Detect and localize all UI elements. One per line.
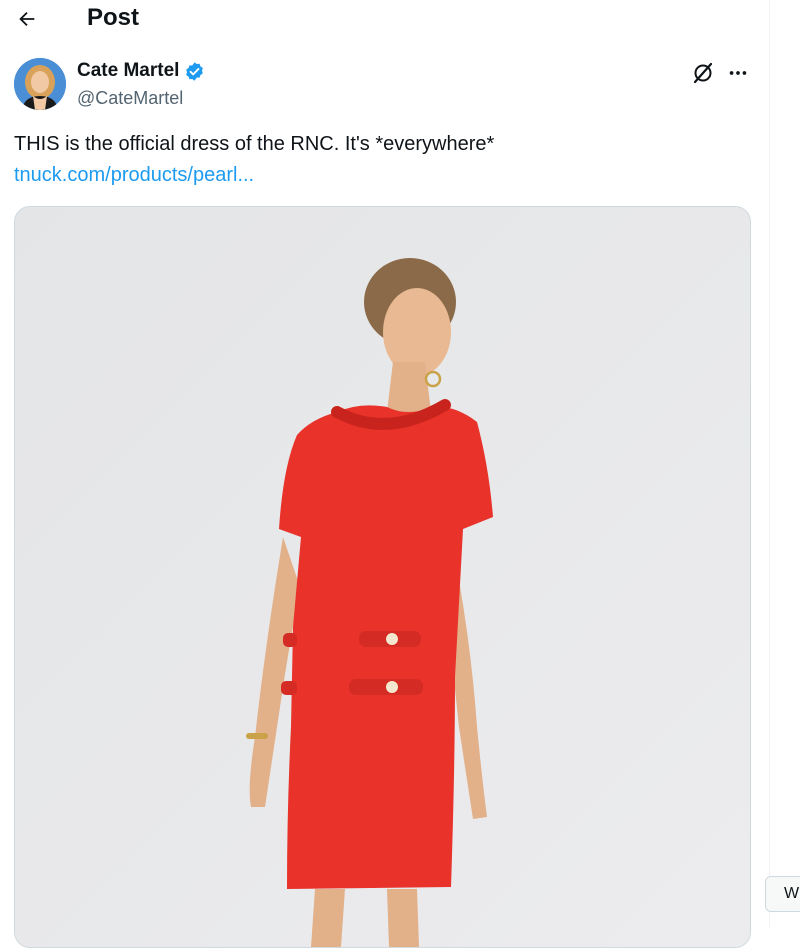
page-title: Post — [87, 4, 140, 31]
avatar[interactable] — [14, 58, 66, 110]
post-link[interactable]: tnuck.com/products/pearl... — [14, 162, 254, 188]
post-text: THIS is the official dress of the RNC. I… — [14, 133, 495, 155]
post-column: Post Cate Martel @CateMartel THIS is the… — [0, 0, 770, 948]
more-horizontal-icon — [729, 71, 747, 75]
more-button[interactable] — [725, 60, 751, 86]
arrow-left-icon — [19, 11, 35, 27]
back-button[interactable] — [10, 2, 44, 36]
side-widget-button[interactable]: W — [765, 876, 800, 912]
grok-icon — [693, 62, 713, 84]
post-header: Post — [0, 0, 770, 38]
verified-badge-icon[interactable] — [184, 61, 205, 82]
author-name-row[interactable]: Cate Martel — [77, 59, 205, 83]
post-media-image[interactable] — [14, 206, 751, 948]
grok-button[interactable] — [690, 60, 716, 86]
author-handle[interactable]: @CateMartel — [77, 87, 183, 109]
author-name[interactable]: Cate Martel — [77, 59, 179, 83]
